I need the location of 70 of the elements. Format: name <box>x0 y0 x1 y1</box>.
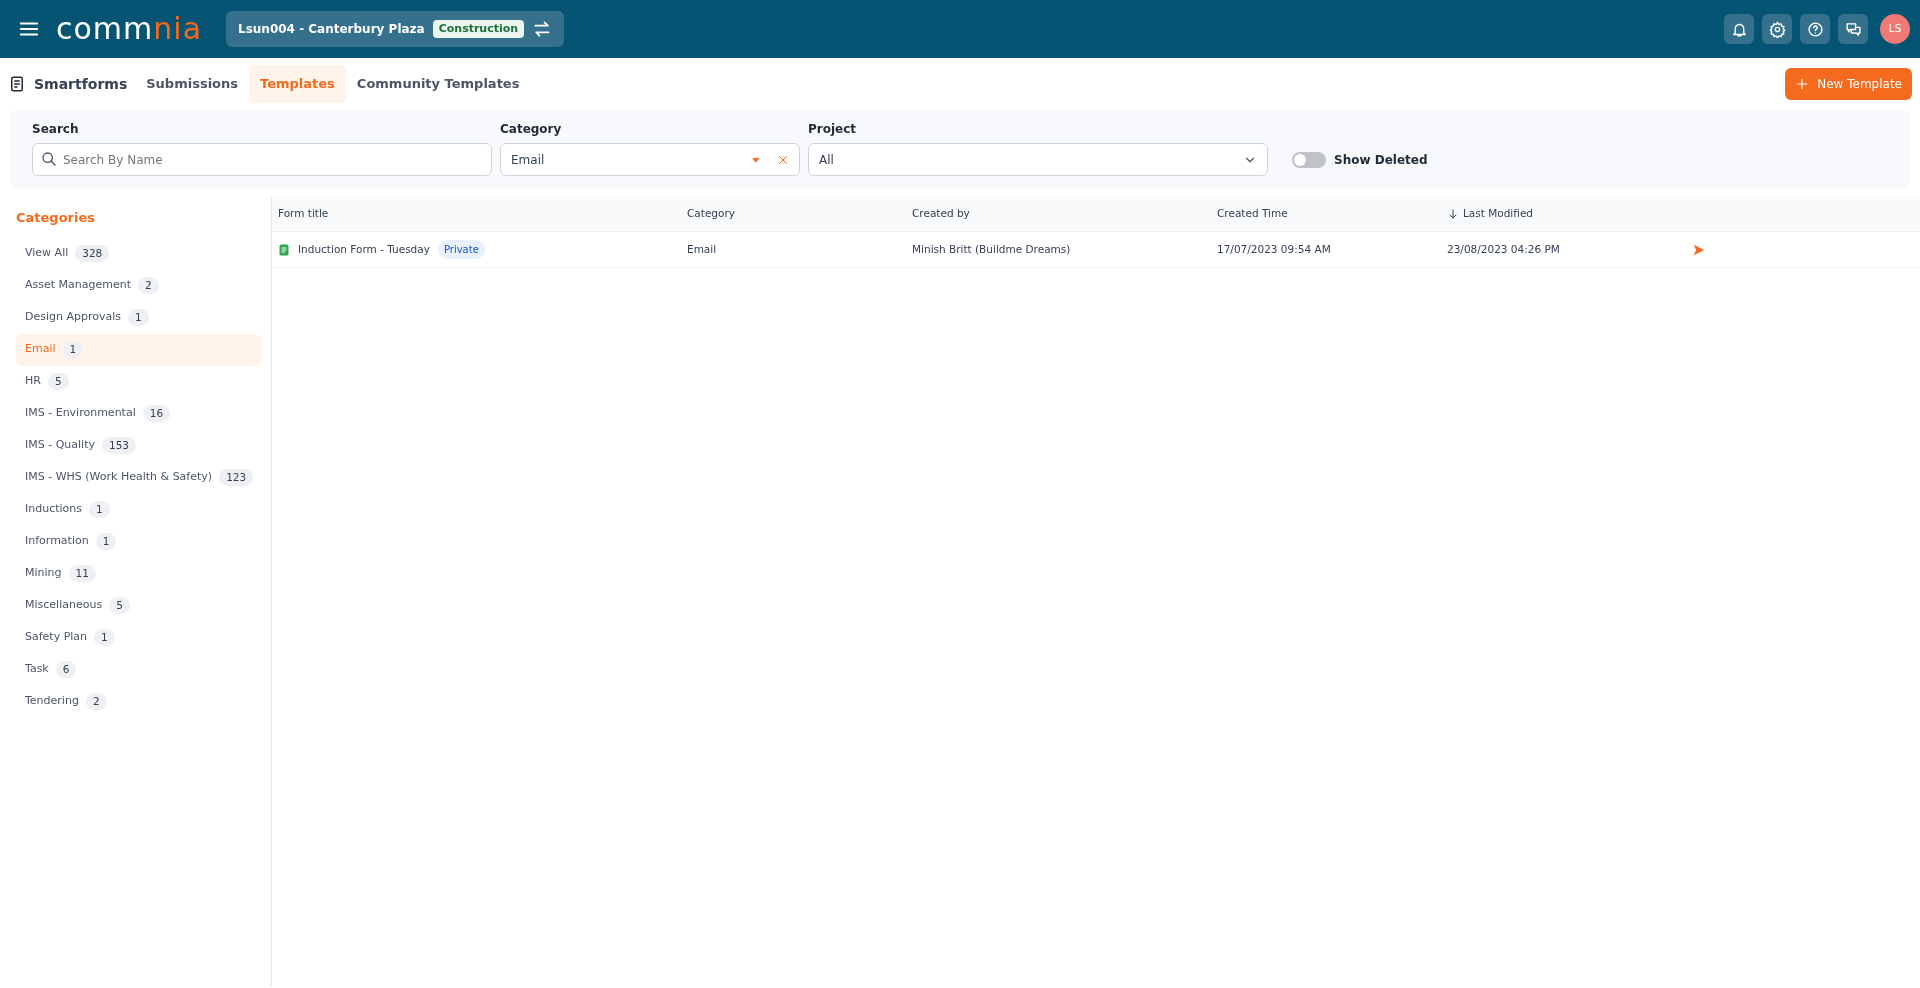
count-badge: 1 <box>89 500 110 519</box>
category-item[interactable]: Miscellaneous 5 <box>16 589 261 622</box>
sort-down-arrow-icon[interactable] <box>1447 207 1459 220</box>
count-badge: 16 <box>142 404 171 423</box>
toggle-switch[interactable] <box>1292 151 1326 168</box>
category-item[interactable]: Task 6 <box>16 653 261 686</box>
count-badge: 1 <box>94 628 115 647</box>
category-item[interactable]: IMS - Environmental 16 <box>16 397 261 430</box>
send-icon[interactable] <box>1692 242 1706 257</box>
tab[interactable]: Community Templates <box>345 65 531 103</box>
sidebar-title: Categories <box>16 209 96 227</box>
form-title[interactable]: Induction Form - Tuesday <box>298 241 430 258</box>
category-item[interactable]: Safety Plan 1 <box>16 621 261 654</box>
page-title: Smartforms <box>34 74 128 94</box>
count-badge: 5 <box>109 596 130 615</box>
category-item[interactable]: Inductions 1 <box>16 493 261 526</box>
search-icon <box>41 151 57 167</box>
category-item[interactable]: IMS - WHS (Work Health & Safety) 123 <box>16 461 263 494</box>
count-badge: 1 <box>128 308 149 327</box>
project-selector[interactable]: Lsun004 - Canterbury Plaza Construction <box>226 11 565 47</box>
settings-button[interactable] <box>1762 14 1792 44</box>
count-badge: 2 <box>85 692 107 711</box>
category-item[interactable]: Email 1 <box>16 333 261 366</box>
column-header[interactable]: Created by <box>912 205 970 222</box>
count-badge: 5 <box>47 372 69 391</box>
category-item[interactable]: Information 1 <box>16 525 261 558</box>
form-icon <box>278 242 290 257</box>
category-item[interactable]: Mining 11 <box>16 557 261 590</box>
last-modified-cell: 23/08/2023 04:26 PM <box>1447 242 1560 255</box>
logo: commnia <box>56 14 203 44</box>
category-dropdown[interactable]: Email <box>500 143 800 176</box>
category-item[interactable]: View All 328 <box>16 237 261 270</box>
document-icon <box>8 75 26 93</box>
column-header[interactable]: Created Time <box>1217 205 1288 222</box>
project-tag: Construction <box>432 19 525 39</box>
count-badge: 153 <box>102 436 137 455</box>
category-item[interactable]: Design Approvals 1 <box>16 301 261 334</box>
category-item[interactable]: IMS - Quality 153 <box>16 429 261 462</box>
tab[interactable]: Submissions <box>135 65 250 103</box>
column-header[interactable]: Category <box>687 205 735 222</box>
help-icon <box>1806 20 1824 38</box>
field-label: Search <box>32 121 80 138</box>
created-time-cell: 17/07/2023 09:54 AM <box>1217 242 1331 255</box>
field-label: Project <box>808 121 858 138</box>
count-badge: 6 <box>55 660 77 679</box>
category-item[interactable]: Asset Management 2 <box>16 269 261 302</box>
count-badge: 1 <box>95 532 117 551</box>
chat-button[interactable] <box>1838 14 1868 44</box>
count-badge: 328 <box>75 244 110 263</box>
category-item[interactable]: HR 5 <box>16 365 261 398</box>
settings-icon <box>1768 20 1786 38</box>
toggle-label: Show Deleted <box>1334 151 1428 169</box>
column-header[interactable]: Form title <box>278 205 329 222</box>
project-dropdown[interactable]: All <box>808 143 1268 176</box>
created-by-cell: Minish Britt (Buildme Dreams) <box>912 242 1071 255</box>
column-header[interactable]: Last Modified <box>1463 205 1533 222</box>
help-button[interactable] <box>1800 14 1830 44</box>
notification-bell-button[interactable] <box>1724 14 1754 44</box>
plus-icon <box>1795 77 1810 91</box>
clear-icon[interactable] <box>777 153 789 166</box>
count-badge: 1 <box>62 340 84 359</box>
category-cell: Email <box>687 242 717 255</box>
chat-icon <box>1844 20 1862 38</box>
private-tag: Private <box>437 240 485 259</box>
count-badge: 2 <box>138 276 159 295</box>
count-badge: 11 <box>68 564 96 583</box>
category-item[interactable]: Tendering 2 <box>16 685 261 718</box>
field-label: Category <box>500 121 563 138</box>
search-field[interactable]: Search By Name <box>32 143 492 176</box>
count-badge: 123 <box>219 468 254 487</box>
